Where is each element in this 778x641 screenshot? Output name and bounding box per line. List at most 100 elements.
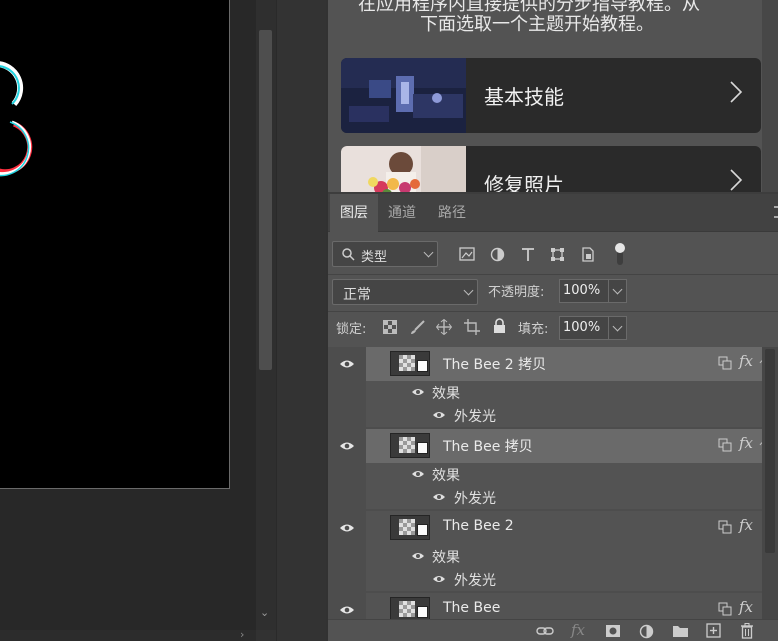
layer-list[interactable]: The Bee 2 拷贝 fx 效果 外发光 The Bee 拷贝 fx 效果 … [328,347,762,619]
layer-row[interactable]: The Bee 2 拷贝 fx [366,347,762,381]
transparency-checker [399,519,415,535]
lock-position-move-icon[interactable] [436,319,452,335]
fx-icon[interactable]: fx [739,516,753,534]
link-layers-icon[interactable] [536,625,554,637]
effects-label: 效果 [432,468,460,484]
panel-menu-icon[interactable] [774,206,778,218]
chevron-down-icon [463,285,474,296]
eye-icon[interactable] [432,410,446,420]
opacity-dropdown[interactable] [609,279,627,303]
learn-scrollbar[interactable] [762,0,778,192]
transparency-checker [399,437,415,453]
new-adjustment-layer-icon[interactable] [639,624,654,639]
effects-row[interactable]: 效果 [366,463,762,485]
effect-outer-glow-row[interactable]: 外发光 [366,567,762,591]
eye-icon[interactable] [432,574,446,584]
blend-mode-value: 正常 [343,287,371,303]
layer-row[interactable]: The Bee 2 fx [366,511,762,545]
panel-tabs: 图层 通道 路径 [328,194,778,232]
effect-outer-glow-row[interactable]: 外发光 [366,485,762,509]
layer-list-scrollbar[interactable] [762,347,778,619]
lock-all-icon[interactable] [493,318,506,334]
type-filter-icon[interactable] [521,247,535,262]
lock-pixels-brush-icon[interactable] [410,319,426,335]
divider [328,311,778,312]
chevron-right-icon [730,81,743,103]
layer-visibility-toggle[interactable] [328,429,366,463]
effects-row[interactable]: 效果 [366,545,762,567]
tab-channels[interactable]: 通道 [378,194,426,232]
smart-object-link-icon [718,602,732,616]
layer-visibility-toggle[interactable] [328,347,366,381]
image-filter-icon[interactable] [459,247,475,261]
tutorial-card-fix-photo[interactable]: 修复照片 [341,146,761,192]
fill-dropdown[interactable] [609,316,627,340]
layer-row[interactable]: The Bee fx [366,593,762,619]
layer-name[interactable]: The Bee [443,600,500,616]
eye-icon[interactable] [411,387,425,397]
layers-panel: 图层 通道 路径 类型 正常 不透明度: 100% 锁定: 填充: 100% T… [328,192,778,641]
tutorial-card-basic-skills[interactable]: 基本技能 [341,58,761,133]
eye-icon[interactable] [411,469,425,479]
layer-name[interactable]: The Bee 拷贝 [443,436,533,456]
canvas-horizontal-scrollbar[interactable]: › [0,628,256,641]
eye-icon[interactable] [411,551,425,561]
effect-outer-glow-row[interactable]: 外发光 [366,403,762,427]
transparency-checker [399,601,415,617]
blend-mode-select[interactable]: 正常 [332,279,478,305]
chevron-down-icon [423,247,434,258]
lock-artboard-icon[interactable] [464,319,481,335]
smart-object-badge-icon [417,524,428,536]
opacity-label: 不透明度: [488,285,545,300]
scroll-right-icon[interactable]: › [240,628,244,641]
add-mask-icon[interactable] [605,624,621,638]
layer-visibility-toggle[interactable] [328,511,366,545]
shape-filter-icon[interactable] [550,247,565,262]
canvas-area[interactable] [0,0,256,641]
fill-input[interactable]: 100% [559,316,609,340]
eye-icon[interactable] [432,492,446,502]
effect-name: 外发光 [454,409,496,425]
eye-icon [340,442,354,450]
adjustment-filter-icon[interactable] [490,247,505,262]
chevron-down-icon [612,321,623,332]
search-icon [342,248,355,261]
smart-object-link-icon [718,438,732,452]
smart-object-badge-icon [417,360,428,372]
layer-thumbnail [390,351,430,376]
scroll-thumb[interactable] [765,349,775,553]
filter-toggle-switch[interactable] [614,241,626,267]
lock-transparency-icon[interactable] [383,320,397,334]
scroll-down-icon[interactable]: ⌄ [260,606,269,619]
delete-layer-trash-icon[interactable] [740,623,754,639]
layer-thumbnail [390,515,430,540]
layer-name[interactable]: The Bee 2 [443,518,514,534]
smart-object-filter-icon[interactable] [581,247,595,262]
layer-row[interactable]: The Bee 拷贝 fx [366,429,762,463]
lock-label: 锁定: [336,322,367,337]
fx-icon[interactable]: fx [739,352,753,370]
learn-panel: 在应用程序内直接提供的分步指导教程。从 下面选取一个主题开始教程。 基本技能 修… [328,0,778,192]
learn-intro-line2: 下面选取一个主题开始教程。 [420,14,654,35]
document-canvas[interactable] [0,0,230,489]
glow-artwork [0,61,33,177]
scroll-thumb[interactable] [259,30,272,370]
fx-icon[interactable]: fx [739,598,753,616]
effects-row[interactable]: 效果 [366,381,762,403]
canvas-vertical-scrollbar[interactable]: ⌄ [256,0,276,630]
effect-name: 外发光 [454,491,496,507]
effect-name: 外发光 [454,573,496,589]
layer-name[interactable]: The Bee 2 拷贝 [443,354,546,374]
smart-object-link-icon [718,356,732,370]
fx-icon[interactable]: fx [739,434,753,452]
add-layer-style-fx-icon[interactable]: fx [571,621,585,639]
tab-layers[interactable]: 图层 [330,194,378,232]
layer-visibility-toggle[interactable] [328,593,366,619]
layer-filter-select[interactable]: 类型 [332,241,438,267]
smart-object-badge-icon [417,442,428,454]
effects-label: 效果 [432,550,460,566]
opacity-input[interactable]: 100% [559,279,609,303]
tab-paths[interactable]: 路径 [428,194,476,232]
new-layer-icon[interactable] [706,623,721,638]
new-group-folder-icon[interactable] [672,624,689,638]
